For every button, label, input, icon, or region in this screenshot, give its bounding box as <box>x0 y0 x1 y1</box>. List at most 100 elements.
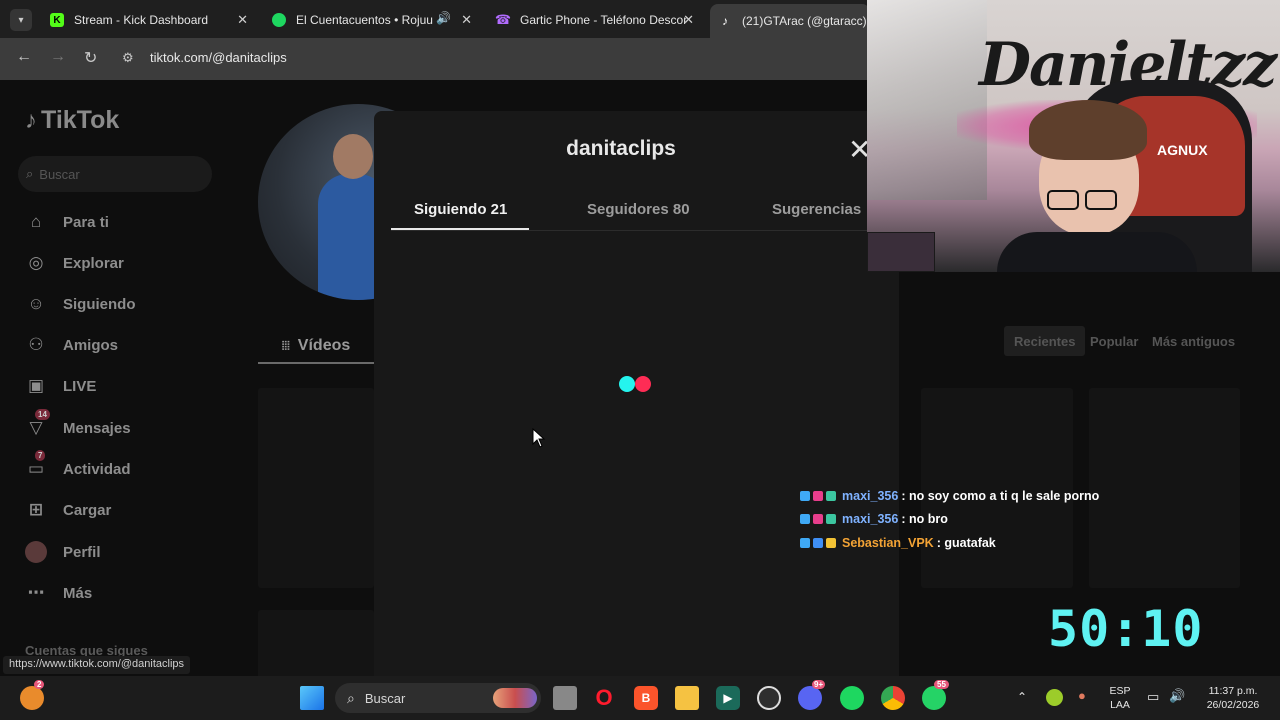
chat-text: : guatafak <box>936 536 996 550</box>
search-icon: ⌕ <box>347 689 355 706</box>
nav-explorar[interactable]: ◎ Explorar <box>25 249 124 277</box>
tiktok-icon: ♪ <box>722 14 728 28</box>
chat-message: maxi_356 : no bro <box>800 510 948 528</box>
activity-badge: 7 <box>35 450 46 461</box>
close-tab-icon[interactable]: ✕ <box>461 12 472 28</box>
tiktok-logo[interactable]: ♪ TikTok <box>25 106 119 135</box>
forward-arrow-icon[interactable]: → <box>50 48 66 66</box>
nav-live[interactable]: ▣ LIVE <box>25 372 96 400</box>
url-text[interactable]: tiktok.com/@danitaclips <box>150 50 287 65</box>
friends-icon: ⚇ <box>28 335 44 354</box>
tab-title: (21)GTArac (@gtaracc) | Ti <box>742 14 870 28</box>
chat-username: maxi_356 <box>842 512 899 526</box>
browser-tab-tiktok[interactable]: ♪ (21)GTArac (@gtaracc) | Ti <box>710 4 870 38</box>
link-status-bar: https://www.tiktok.com/@danitaclips <box>3 656 191 674</box>
spotify-icon[interactable] <box>840 686 864 710</box>
weather-icon[interactable]: 2 <box>20 680 45 710</box>
microphone-icon[interactable]: ● <box>1078 689 1086 703</box>
video-card[interactable] <box>1089 388 1240 588</box>
tray-app-icon[interactable] <box>1046 689 1063 706</box>
close-tab-icon[interactable]: ✕ <box>237 12 248 28</box>
nav-perfil[interactable]: Perfil <box>25 538 101 566</box>
browser-tab-spotify[interactable]: El Cuentacuentos • Rojuu 🔊 ✕ <box>266 6 480 34</box>
sort-recientes[interactable]: Recientes <box>1004 326 1086 356</box>
chat-username: maxi_356 <box>842 489 899 503</box>
network-icon[interactable]: ▭ <box>1147 690 1159 704</box>
loading-dot-cyan <box>619 376 635 392</box>
whatsapp-icon[interactable]: 55 <box>922 680 949 710</box>
video-card[interactable] <box>258 610 374 678</box>
messages-badge: 14 <box>35 409 50 420</box>
nav-siguiendo[interactable]: ☺ Siguiendo <box>25 290 135 318</box>
tiktok-note-icon: ♪ <box>25 106 37 134</box>
following-icon: ☺ <box>27 294 45 313</box>
spotify-icon <box>272 13 286 27</box>
chat-badge-icon <box>813 491 823 501</box>
tab-search-dropdown[interactable]: ▾ <box>10 9 32 31</box>
nav-mensajes[interactable]: ▽ 14 Mensajes <box>25 409 131 442</box>
tabs-divider <box>391 230 871 231</box>
windows-start-icon[interactable] <box>300 686 324 710</box>
chat-message: maxi_356 : no soy como a ti q le sale po… <box>800 487 1099 505</box>
chat-badge-icon <box>826 491 836 501</box>
file-explorer-icon[interactable] <box>675 686 699 710</box>
back-arrow-icon[interactable]: ← <box>16 48 32 66</box>
nav-actividad[interactable]: ▭ 7 Actividad <box>25 450 131 483</box>
obs-icon[interactable] <box>757 686 781 710</box>
tab-seguidores[interactable]: Seguidores 80 <box>587 201 690 218</box>
browser-tab-kick[interactable]: K Stream - Kick Dashboard ✕ <box>44 6 256 34</box>
sort-mas-antiguos[interactable]: Más antiguos <box>1142 326 1245 356</box>
close-tab-icon[interactable]: ✕ <box>683 12 694 28</box>
opera-icon[interactable]: O <box>592 685 616 710</box>
gartic-phone-icon: ☎ <box>494 12 512 27</box>
whatsapp-badge: 55 <box>934 680 949 689</box>
audio-playing-icon[interactable]: 🔊 <box>436 11 451 25</box>
nav-mas[interactable]: ⋯ Más <box>25 579 93 607</box>
search-highlight-icon <box>493 688 537 708</box>
tab-title: El Cuentacuentos • Rojuu <box>296 13 433 27</box>
tab-videos[interactable]: ⦙⦙⦙ Vídeos <box>258 330 374 364</box>
mouse-cursor-icon <box>532 428 546 448</box>
chat-badge-icon <box>813 538 823 548</box>
grid-icon: ⦙⦙⦙ <box>281 338 290 353</box>
chat-text: : no soy como a ti q le sale porno <box>901 489 1100 503</box>
nav-amigos[interactable]: ⚇ Amigos <box>25 331 118 359</box>
upload-icon: ⊞ <box>28 500 44 519</box>
chair-logo-text: AGNUX <box>1157 142 1208 158</box>
chat-badge-icon <box>800 514 810 524</box>
active-tab-indicator <box>391 228 529 230</box>
code-editor-icon[interactable]: ▶ <box>716 686 740 710</box>
tray-expand-icon[interactable]: ⌃ <box>1017 690 1027 704</box>
activity-icon: ▭ 7 <box>27 450 46 478</box>
nav-cargar[interactable]: ⊞ Cargar <box>25 496 111 524</box>
chat-badge-icon <box>826 514 836 524</box>
clock[interactable]: 11:37 p.m. 26/02/2026 <box>1198 684 1268 712</box>
site-info-icon[interactable]: ⚙ <box>122 50 134 66</box>
chat-badge-icon <box>813 514 823 524</box>
brave-icon[interactable]: B <box>634 686 658 710</box>
tab-sugerencias[interactable]: Sugerencias <box>772 201 861 218</box>
task-view-icon[interactable] <box>553 686 577 710</box>
chat-text: : no bro <box>901 512 948 526</box>
tab-siguiendo[interactable]: Siguiendo 21 <box>414 201 507 218</box>
video-card[interactable] <box>258 388 374 588</box>
volume-icon[interactable]: 🔊 <box>1169 689 1185 703</box>
stream-timer: 50:10 <box>1048 600 1204 658</box>
tab-title: Stream - Kick Dashboard <box>74 13 209 27</box>
chrome-icon[interactable] <box>881 686 905 710</box>
loading-dot-red <box>635 376 651 392</box>
search-icon: ⌕ <box>26 166 34 181</box>
language-indicator[interactable]: ESP LAA <box>1106 684 1134 712</box>
discord-icon[interactable]: 9+ <box>798 680 826 710</box>
home-icon: ⌂ <box>30 212 42 231</box>
discord-badge: 9+ <box>812 680 826 689</box>
search-input[interactable]: ⌕ Buscar <box>18 156 212 192</box>
taskbar-search[interactable]: ⌕ Buscar <box>335 683 541 713</box>
kick-icon: K <box>50 13 64 27</box>
reload-icon[interactable]: ↻ <box>84 48 97 68</box>
live-icon: ▣ <box>27 376 45 395</box>
chat-badge-icon <box>800 491 810 501</box>
browser-tab-gartic[interactable]: ☎ Gartic Phone - Teléfono Descon ✕ <box>490 6 702 34</box>
sort-popular[interactable]: Popular <box>1080 326 1148 356</box>
nav-para-ti[interactable]: ⌂ Para ti <box>25 208 109 236</box>
